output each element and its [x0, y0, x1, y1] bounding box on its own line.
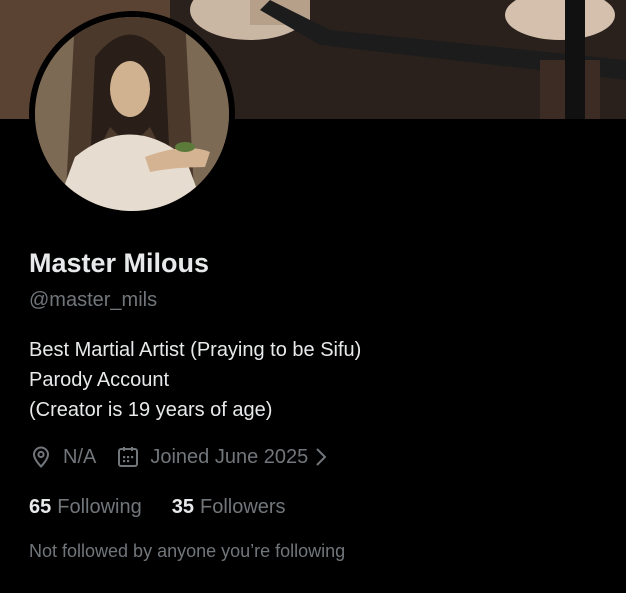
- display-name: Master Milous: [29, 248, 210, 278]
- followers-link[interactable]: 35 Followers: [172, 496, 286, 519]
- location-pin-icon: [29, 445, 53, 469]
- location-text: N/A: [63, 445, 97, 468]
- following-label: Following: [57, 496, 142, 518]
- user-handle: @master_mils: [29, 289, 158, 311]
- calendar-icon: [116, 445, 140, 469]
- bio-line: Parody Account: [29, 369, 170, 391]
- chevron-right-icon[interactable]: [314, 445, 328, 469]
- following-count: 65: [29, 496, 52, 518]
- joined-date-link[interactable]: Joined June 2025: [150, 446, 308, 469]
- profile-meta: N/A Joined June 2025: [29, 443, 328, 471]
- profile-bio: Best Martial Artist (Praying to be Sifu)…: [29, 335, 361, 425]
- followed-by-note: Not followed by anyone you’re following: [29, 541, 346, 561]
- following-link[interactable]: 65 Following: [29, 496, 142, 519]
- bio-line: (Creator is 19 years of age): [29, 399, 273, 421]
- avatar-image: [35, 17, 229, 211]
- profile-avatar[interactable]: [29, 11, 235, 217]
- followers-count: 35: [171, 496, 194, 518]
- followers-label: Followers: [199, 496, 286, 518]
- follow-counts: 65 Following 35 Followers: [29, 496, 286, 519]
- bio-line: Best Martial Artist (Praying to be Sifu): [29, 339, 362, 361]
